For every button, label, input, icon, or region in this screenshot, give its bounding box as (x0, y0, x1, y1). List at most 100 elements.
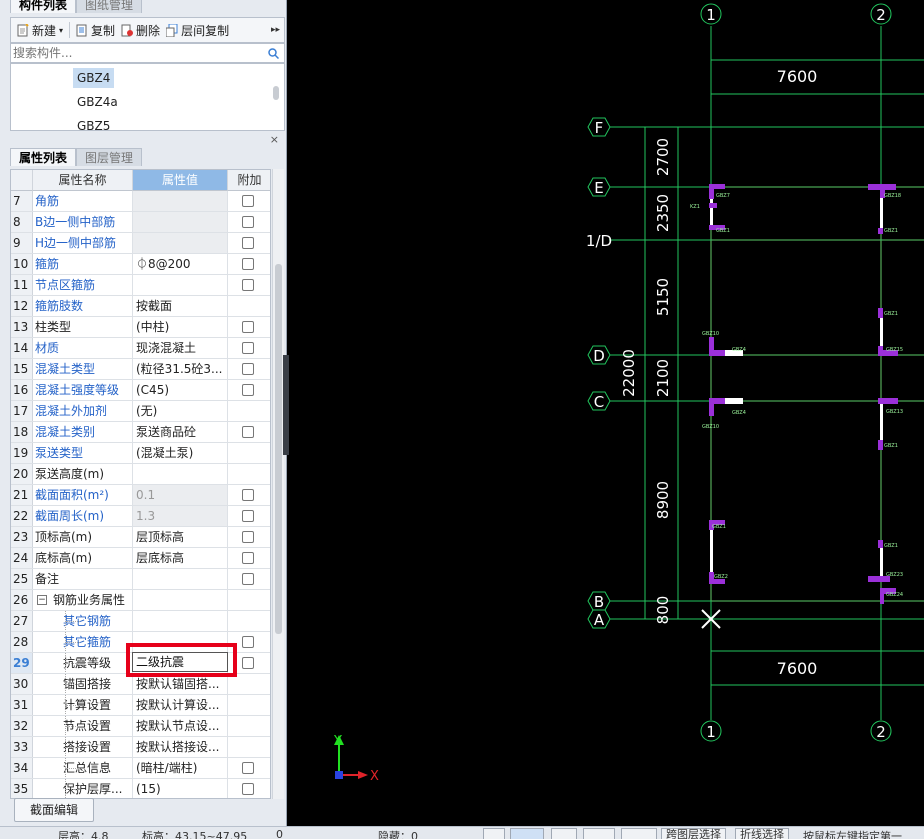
extra-checkbox[interactable] (242, 342, 254, 354)
table-row[interactable]: 9 H边一侧中部筋 (11, 233, 270, 254)
extra-checkbox[interactable] (242, 783, 254, 795)
search-input[interactable] (11, 46, 261, 60)
property-value[interactable]: (中柱) (133, 317, 228, 337)
extra-checkbox[interactable] (242, 258, 254, 270)
copy-button[interactable]: 复制 (76, 22, 115, 39)
extra-checkbox[interactable] (242, 510, 254, 522)
tab-component-list[interactable]: 构件列表 (10, 0, 77, 13)
close-icon[interactable]: × (270, 133, 279, 146)
property-value[interactable]: 按默认搭接设... (133, 737, 228, 757)
table-row[interactable]: 31 计算设置 按默认计算设... (11, 695, 270, 716)
property-value[interactable] (133, 590, 228, 610)
extra-checkbox[interactable] (242, 321, 254, 333)
extra-checkbox[interactable] (242, 552, 254, 564)
table-row[interactable]: 30 锚固搭接 按默认锚固搭... (11, 674, 270, 695)
plus-toggle[interactable] (621, 828, 657, 839)
property-value[interactable]: 按默认计算设... (133, 695, 228, 715)
table-row[interactable]: 8 B边一侧中部筋 (11, 212, 270, 233)
check-toggle[interactable] (583, 828, 615, 839)
table-row[interactable]: 34 汇总信息 (暗柱/端柱) (11, 758, 270, 779)
tab-drawing-manage[interactable]: 图纸管理 (76, 0, 143, 13)
property-value[interactable] (133, 464, 228, 484)
seismic-grade-input[interactable]: 二级抗震 (132, 652, 228, 672)
property-value[interactable]: (粒径31.5砼3... (133, 359, 228, 379)
table-row[interactable]: 24 底标高(m) 层底标高 (11, 548, 270, 569)
toolbar-more-icon[interactable]: ▸▸ (271, 25, 280, 35)
table-row[interactable]: 12 箍筋肢数 按截面 (11, 296, 270, 317)
search-icon[interactable] (268, 48, 279, 59)
table-row[interactable]: 16 混凝土强度等级 (C45) (11, 380, 270, 401)
list-item[interactable]: GBZ5 (73, 116, 114, 130)
table-row[interactable]: 20 泵送高度(m) (11, 464, 270, 485)
property-value[interactable] (133, 212, 228, 232)
table-row[interactable]: 11 节点区箍筋 (11, 275, 270, 296)
new-button[interactable]: 新建 ▾ (17, 22, 63, 39)
tab-layer-manage[interactable]: 图层管理 (76, 148, 143, 166)
list-item[interactable]: GBZ4a (73, 92, 122, 112)
table-row[interactable]: 22 截面周长(m) 1.3 (11, 506, 270, 527)
table-row[interactable]: 33 搭接设置 按默认搭接设... (11, 737, 270, 758)
collapse-icon[interactable]: − (37, 595, 47, 605)
cross-toggle[interactable] (551, 828, 577, 839)
extra-checkbox[interactable] (242, 426, 254, 438)
property-value[interactable]: 按默认节点设... (133, 716, 228, 736)
table-row[interactable]: 27 其它钢筋 (11, 611, 270, 632)
floor-copy-button[interactable]: 层间复制 (165, 22, 229, 39)
cross-layer-select-button[interactable]: 跨图层选择 (661, 828, 726, 839)
table-row[interactable]: 18 混凝土类别 泵送商品砼 (11, 422, 270, 443)
property-value[interactable]: (无) (133, 401, 228, 421)
table-row[interactable]: 19 泵送类型 (混凝土泵) (11, 443, 270, 464)
extra-checkbox[interactable] (242, 384, 254, 396)
property-value[interactable]: 现浇混凝土 (133, 338, 228, 358)
property-value[interactable]: 0.1 (133, 485, 228, 505)
snap-toggle[interactable] (483, 828, 505, 839)
table-row[interactable]: 25 备注 (11, 569, 270, 590)
extra-checkbox[interactable] (242, 762, 254, 774)
table-row[interactable]: 23 顶标高(m) 层顶标高 (11, 527, 270, 548)
property-value[interactable]: ⏀8@200 (133, 254, 228, 274)
extra-checkbox[interactable] (242, 237, 254, 249)
table-row[interactable]: 17 混凝土外加剂 (无) (11, 401, 270, 422)
property-value[interactable]: 层顶标高 (133, 527, 228, 547)
table-row[interactable]: 15 混凝土类型 (粒径31.5砼3... (11, 359, 270, 380)
property-value[interactable]: 1.3 (133, 506, 228, 526)
property-value[interactable]: (15) (133, 779, 228, 798)
property-value[interactable] (133, 569, 228, 589)
extra-checkbox[interactable] (242, 216, 254, 228)
table-row[interactable]: 35 保护层厚... (15) (11, 779, 270, 798)
extra-checkbox[interactable] (242, 363, 254, 375)
property-value[interactable]: (暗柱/端柱) (133, 758, 228, 778)
dropdown-icon[interactable]: ▾ (59, 26, 63, 35)
property-value[interactable]: 按默认锚固搭... (133, 674, 228, 694)
extra-checkbox[interactable] (242, 573, 254, 585)
extra-checkbox[interactable] (242, 195, 254, 207)
scrollbar-thumb[interactable] (275, 264, 282, 634)
property-value[interactable] (133, 191, 228, 211)
panel-splitter[interactable] (283, 355, 289, 455)
section-edit-button[interactable]: 截面编辑 (14, 798, 94, 822)
property-value[interactable]: (混凝土泵) (133, 443, 228, 463)
table-row[interactable]: 21 截面面积(m²) 0.1 (11, 485, 270, 506)
extra-checkbox[interactable] (242, 531, 254, 543)
table-row[interactable]: 14 材质 现浇混凝土 (11, 338, 270, 359)
cad-canvas[interactable]: 7600 7600 2700 2350 5150 2100 8900 800 22000 1 1 2 2… (290, 0, 924, 826)
delete-button[interactable]: 删除 (121, 22, 160, 39)
polyline-select-button[interactable]: 折线选择 (735, 828, 789, 839)
property-value[interactable]: 泵送商品砼 (133, 422, 228, 442)
table-row[interactable]: 7 角筋 (11, 191, 270, 212)
extra-checkbox[interactable] (242, 279, 254, 291)
property-value[interactable]: 层底标高 (133, 548, 228, 568)
select-mode-toggle[interactable] (510, 828, 544, 839)
property-value[interactable] (133, 233, 228, 253)
list-scrollbar[interactable] (273, 86, 279, 100)
table-row[interactable]: 32 节点设置 按默认节点设... (11, 716, 270, 737)
table-row[interactable]: 13 柱类型 (中柱) (11, 317, 270, 338)
tab-property-list[interactable]: 属性列表 (10, 148, 77, 166)
property-value[interactable] (133, 275, 228, 295)
property-value[interactable] (133, 611, 228, 631)
extra-checkbox[interactable] (242, 657, 254, 669)
extra-checkbox[interactable] (242, 636, 254, 648)
extra-checkbox[interactable] (242, 489, 254, 501)
property-value[interactable]: 按截面 (133, 296, 228, 316)
property-scrollbar[interactable] (272, 169, 284, 799)
